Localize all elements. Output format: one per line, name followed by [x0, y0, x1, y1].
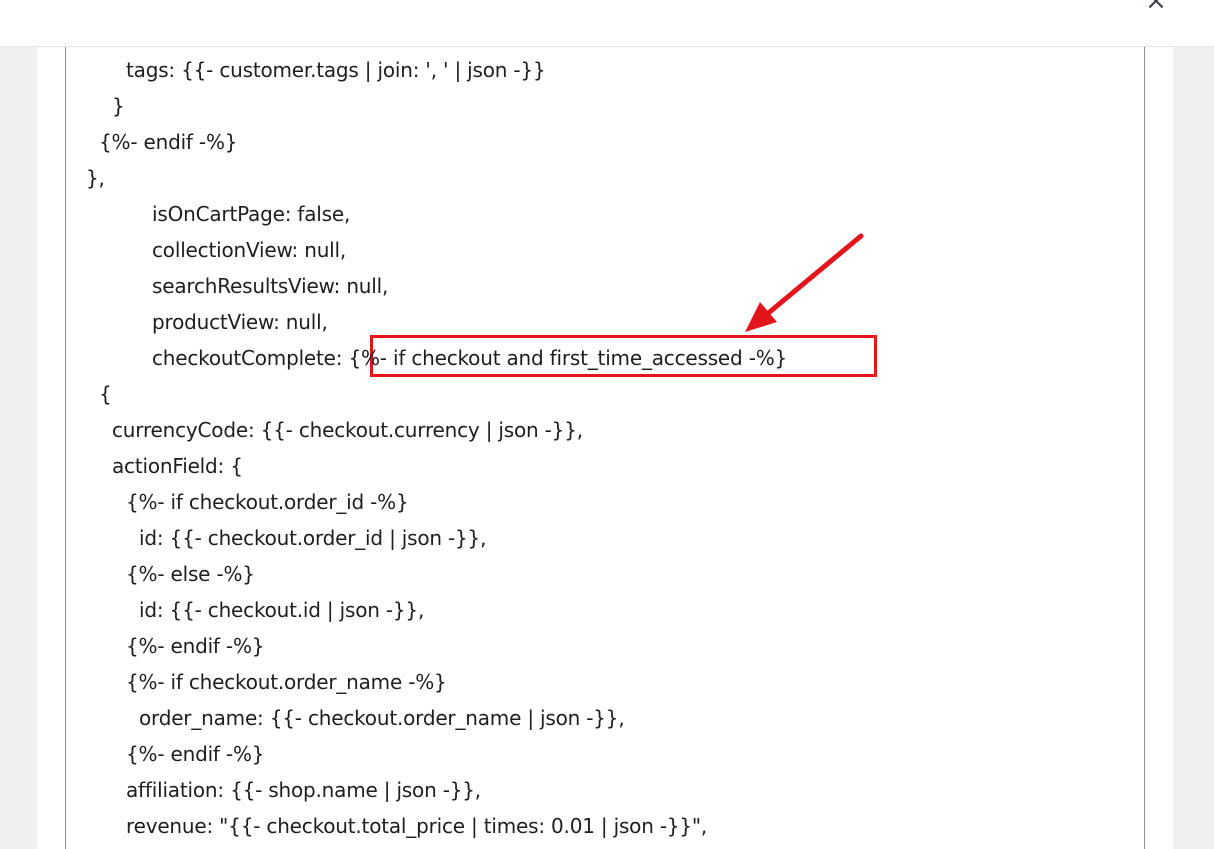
code-line: id: {{- checkout.order_id | json -}}, [139, 526, 487, 550]
code-line: } [112, 94, 125, 118]
code-line: { [99, 382, 112, 406]
dialog-header: × [0, 0, 1214, 47]
code-line: {%- endif -%} [126, 634, 265, 658]
code-line: {%- if checkout.order_name -%} [126, 670, 447, 694]
code-line: searchResultsView: null, [152, 274, 389, 298]
code-line: collectionView: null, [152, 238, 347, 262]
code-line: tags: {{- customer.tags | join: ', ' | j… [126, 58, 546, 82]
code-line: productView: null, [152, 310, 328, 334]
code-line: {%- else -%} [126, 562, 255, 586]
code-line: {%- endif -%} [99, 130, 238, 154]
close-icon[interactable]: × [1142, 0, 1170, 16]
code-line: {%- if checkout.order_id -%} [126, 490, 409, 514]
code-viewer[interactable]: tags: {{- customer.tags | join: ', ' | j… [65, 47, 1145, 849]
code-line: id: {{- checkout.id | json -}}, [139, 598, 425, 622]
code-line: isOnCartPage: false, [152, 202, 351, 226]
code-line: }, [86, 166, 105, 190]
code-line: checkoutComplete: {%- if checkout and fi… [152, 346, 788, 370]
code-line: currencyCode: {{- checkout.currency | js… [112, 418, 583, 442]
dialog-body: tags: {{- customer.tags | join: ', ' | j… [37, 47, 1173, 849]
code-line: order_name: {{- checkout.order_name | js… [139, 706, 625, 730]
code-line: revenue: "{{- checkout.total_price | tim… [126, 814, 708, 838]
code-line: affiliation: {{- shop.name | json -}}, [126, 778, 481, 802]
code-line: actionField: { [112, 454, 243, 478]
code-line: {%- endif -%} [126, 742, 265, 766]
